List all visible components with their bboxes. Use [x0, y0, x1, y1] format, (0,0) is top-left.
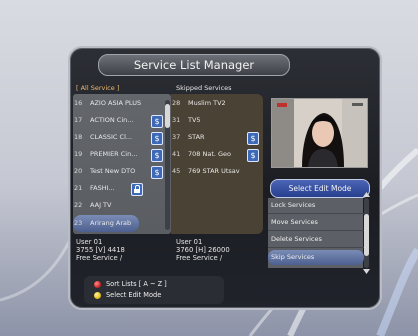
right-service-info: User 01 3760 [H] 26000 Free Service /: [176, 238, 230, 262]
channel-number: 23: [74, 219, 83, 227]
all-service-header: [ All Service ]: [76, 84, 120, 92]
channel-name: FASHI...: [90, 184, 115, 192]
scrambled-icon: $: [247, 132, 259, 145]
left-service-info: User 01 3755 [V] 4418 Free Service /: [76, 238, 125, 262]
info-frequency: 3755 [V] 4418: [76, 246, 125, 254]
list-item[interactable]: 21 FASHI...: [73, 180, 165, 197]
channel-number: 37: [172, 133, 181, 141]
service-list-manager-window: Service List Manager [ All Service ] Ski…: [68, 46, 382, 310]
channel-name: CLASSIC Cl...: [90, 133, 133, 141]
yellow-key-icon: [94, 292, 101, 299]
scroll-down-icon[interactable]: [363, 269, 370, 274]
menu-item-move-services[interactable]: Move Services: [268, 215, 364, 231]
scrambled-icon: $: [151, 115, 163, 128]
channel-number: 20: [74, 167, 83, 175]
info-user: User 01: [76, 238, 103, 246]
skipped-services-header: Skipped Services: [176, 84, 232, 92]
channel-name: 708 Nat. Geo: [188, 150, 232, 158]
channel-number: 17: [74, 116, 83, 124]
scrambled-icon: $: [247, 149, 259, 162]
channel-name: AAJ TV: [90, 201, 112, 209]
channel-number: 18: [74, 133, 83, 141]
channel-number: 45: [172, 167, 181, 175]
channel-name: PREMIER Cin...: [90, 150, 138, 158]
menu-item-skip-services[interactable]: Skip Services: [268, 250, 364, 265]
red-key-label: Sort Lists [ A ~ Z ]: [106, 280, 167, 288]
scroll-up-icon[interactable]: [363, 192, 370, 197]
scrambled-icon: $: [151, 166, 163, 179]
channel-number: 21: [74, 184, 83, 192]
channel-number: 16: [74, 99, 83, 107]
list-item[interactable]: 17 ACTION Cin... $: [73, 112, 165, 129]
channel-name: AZIO ASIA PLUS: [90, 99, 142, 107]
list-item[interactable]: 20 Test New DTO $: [73, 163, 165, 180]
list-item[interactable]: 28 Muslim TV2: [171, 95, 261, 112]
channel-name: 769 STAR Utsav: [188, 167, 240, 175]
lock-icon: [131, 183, 143, 196]
list-item[interactable]: 22 AAJ TV: [73, 197, 165, 214]
video-preview: [271, 98, 368, 168]
list-item-selected[interactable]: 23 Arirang Arab: [73, 215, 139, 232]
channel-number: 22: [74, 201, 83, 209]
skipped-services-list: 28 Muslim TV2 31 TV5 37 STAR $ 41 708 Na…: [171, 94, 263, 234]
info-frequency: 3760 [H] 26000: [176, 246, 230, 254]
list-item[interactable]: 31 TV5: [171, 112, 261, 129]
menu-item-lock-services[interactable]: Lock Services: [268, 198, 364, 214]
list-item[interactable]: 45 769 STAR Utsav: [171, 163, 261, 180]
list-item[interactable]: 41 708 Nat. Geo $: [171, 146, 261, 163]
channel-number: 28: [172, 99, 181, 107]
channel-number: 31: [172, 116, 181, 124]
menu-item-delete-services[interactable]: Delete Services: [268, 232, 364, 248]
scrambled-icon: $: [151, 132, 163, 145]
channel-number: 19: [74, 150, 83, 158]
list-item[interactable]: 16 AZIO ASIA PLUS: [73, 95, 165, 112]
edit-mode-scroll-thumb[interactable]: [364, 214, 369, 256]
list-item[interactable]: 18 CLASSIC Cl... $: [73, 129, 165, 146]
list-item[interactable]: 37 STAR $: [171, 129, 261, 146]
scrambled-icon: $: [151, 149, 163, 162]
edit-mode-menu: Lock Services Move Services Delete Servi…: [268, 198, 364, 268]
all-service-list: 16 AZIO ASIA PLUS 17 ACTION Cin... $ 18 …: [73, 94, 171, 234]
info-user: User 01: [176, 238, 203, 246]
channel-name: Arirang Arab: [90, 219, 132, 227]
channel-name: Muslim TV2: [188, 99, 226, 107]
window-title: Service List Manager: [98, 54, 290, 76]
button-legend: Sort Lists [ A ~ Z ] Select Edit Mode: [84, 276, 224, 304]
list-item[interactable]: 19 PREMIER Cin... $: [73, 146, 165, 163]
info-service-type: Free Service /: [176, 254, 223, 262]
left-list-scroll-thumb[interactable]: [165, 104, 170, 128]
channel-name: STAR: [188, 133, 205, 141]
channel-name: ACTION Cin...: [90, 116, 134, 124]
preview-image: [272, 99, 367, 167]
select-edit-mode-header: Select Edit Mode: [270, 179, 370, 198]
channel-name: Test New DTO: [90, 167, 136, 175]
channel-number: 41: [172, 150, 181, 158]
channel-name: TV5: [188, 116, 201, 124]
red-key-icon: [94, 281, 101, 288]
info-service-type: Free Service /: [76, 254, 123, 262]
yellow-key-label: Select Edit Mode: [106, 291, 162, 299]
